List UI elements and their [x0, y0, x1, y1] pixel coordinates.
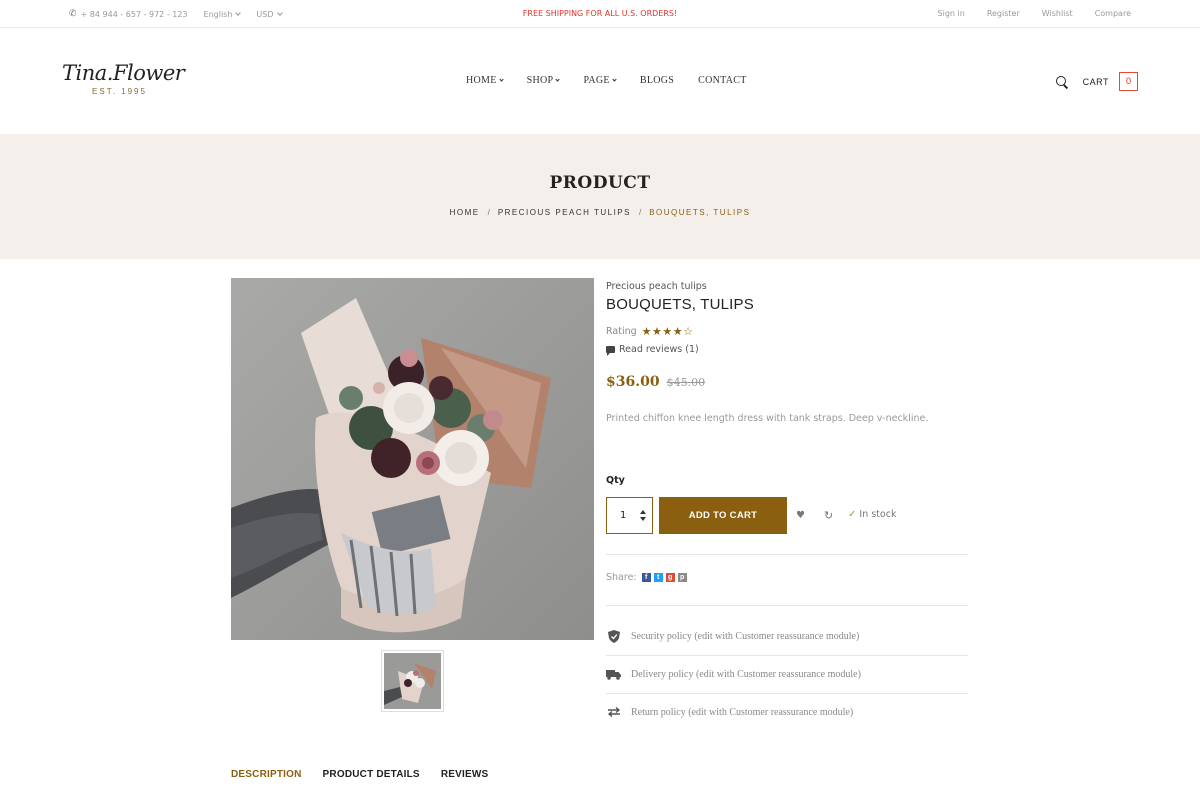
chevron-down-icon [555, 77, 561, 82]
breadcrumb: HOME / PRECIOUS PEACH TULIPS / BOUQUETS,… [0, 208, 1200, 217]
quantity-label: Qty [606, 475, 625, 486]
logo[interactable]: Tina.Flower EST. 1995 [62, 61, 185, 96]
account-links: Sign in Register Wishlist Compare [938, 9, 1131, 18]
google-plus-icon[interactable]: g [665, 573, 675, 582]
quantity-stepper[interactable]: 1 [606, 497, 653, 534]
tab-description[interactable]: DESCRIPTION [231, 769, 302, 780]
nav-label: CONTACT [698, 75, 747, 86]
increment-arrow-icon[interactable] [640, 510, 646, 514]
divider [606, 554, 968, 555]
check-icon: ✓ [848, 509, 857, 520]
site-header: Tina.Flower EST. 1995 HOME SHOP PAGE BLO… [0, 29, 1200, 134]
tab-product-details[interactable]: PRODUCT DETAILS [323, 769, 420, 780]
cart-button[interactable]: CART [1083, 77, 1109, 87]
decrement-arrow-icon[interactable] [640, 517, 646, 521]
divider [606, 605, 968, 606]
wishlist-link[interactable]: Wishlist [1042, 9, 1073, 18]
star-filled-icon: ★ [672, 325, 684, 338]
quantity-value[interactable]: 1 [620, 510, 626, 521]
return-policy: Return policy (edit with Customer reassu… [606, 693, 968, 731]
page-banner: PRODUCT HOME / PRECIOUS PEACH TULIPS / B… [0, 134, 1200, 259]
breadcrumb-current: BOUQUETS, TULIPS [649, 208, 751, 217]
header-actions: CART 0 [1055, 72, 1138, 91]
rating-label: Rating [606, 326, 637, 337]
share-row: Share: f t g p [606, 572, 687, 583]
quantity-steps [640, 510, 646, 521]
breadcrumb-home[interactable]: HOME [450, 208, 480, 217]
delivery-policy: Delivery policy (edit with Customer reas… [606, 655, 968, 693]
sign-in-link[interactable]: Sign in [938, 9, 965, 18]
nav-label: SHOP [526, 75, 554, 86]
bouquet-photo [231, 278, 594, 640]
register-link[interactable]: Register [987, 9, 1020, 18]
wishlist-heart-icon[interactable]: ♥ [796, 510, 805, 521]
product-thumbnail[interactable] [381, 650, 444, 712]
return-policy-text: Return policy (edit with Customer reassu… [631, 706, 854, 718]
breadcrumb-separator: / [638, 208, 642, 217]
swap-arrows-icon [606, 706, 621, 719]
security-policy: Security policy (edit with Customer reas… [606, 617, 968, 655]
page-title: PRODUCT [549, 173, 651, 193]
nav-item-contact[interactable]: CONTACT [698, 75, 747, 86]
logo-name: Tina.Flower [62, 61, 185, 85]
top-bar: ✆ + 84 944 - 657 - 972 - 123 English USD… [0, 0, 1200, 28]
product-main-image[interactable] [231, 278, 594, 640]
nav-label: BLOGS [639, 75, 675, 86]
compare-refresh-icon[interactable]: ↻ [824, 509, 833, 522]
truck-icon [606, 668, 621, 681]
nav-label: HOME [466, 75, 497, 86]
security-policy-text: Security policy (edit with Customer reas… [631, 630, 860, 642]
cart-count-badge[interactable]: 0 [1119, 72, 1138, 91]
star-filled-icon: ★ [652, 325, 663, 338]
logo-established: EST. 1995 [92, 87, 147, 96]
chevron-down-icon [612, 77, 617, 82]
star-filled-icon: ★ [641, 325, 653, 338]
thumbnail-photo [384, 653, 441, 709]
product-name: BOUQUETS, TULIPS [606, 296, 754, 313]
product-rating: Rating ★★★★☆ [606, 325, 694, 338]
add-to-cart-button[interactable]: ADD TO CART [659, 497, 787, 534]
rating-stars[interactable]: ★★★★☆ [642, 325, 694, 338]
read-reviews-label: Read reviews (1) [619, 344, 699, 355]
nav-item-shop[interactable]: SHOP [526, 75, 561, 86]
product-description: Printed chiffon knee length dress with t… [606, 413, 929, 424]
delivery-policy-text: Delivery policy (edit with Customer reas… [631, 668, 861, 680]
tab-reviews[interactable]: REVIEWS [441, 769, 489, 780]
twitter-icon[interactable]: t [653, 573, 663, 582]
share-label: Share: [606, 572, 637, 583]
product-tabs: DESCRIPTION PRODUCT DETAILS REVIEWS [231, 769, 488, 780]
stock-label: In stock [859, 509, 897, 520]
compare-link[interactable]: Compare [1095, 9, 1131, 18]
chevron-down-icon [499, 77, 504, 82]
shield-icon [606, 629, 621, 643]
current-price: $36.00 [606, 374, 660, 390]
nav-item-page[interactable]: PAGE [583, 75, 617, 86]
facebook-icon[interactable]: f [641, 573, 651, 582]
star-empty-icon: ☆ [683, 325, 694, 338]
main-nav: HOME SHOP PAGE BLOGS CONTACT [466, 75, 747, 86]
stock-status: ✓ In stock [848, 509, 896, 520]
breadcrumb-separator: / [487, 208, 490, 217]
nav-label: PAGE [583, 75, 610, 86]
product-prices: $36.00 $45.00 [606, 374, 705, 390]
pinterest-icon[interactable]: p [677, 573, 687, 582]
nav-item-blogs[interactable]: BLOGS [640, 75, 674, 86]
product-subtitle: Precious peach tulips [606, 281, 707, 292]
nav-item-home[interactable]: HOME [466, 75, 504, 86]
old-price: $45.00 [666, 376, 706, 389]
breadcrumb-category[interactable]: PRECIOUS PEACH TULIPS [498, 208, 631, 217]
search-icon[interactable] [1055, 75, 1069, 89]
comment-icon [606, 346, 615, 356]
read-reviews-link[interactable]: Read reviews (1) [606, 344, 699, 356]
star-filled-icon: ★ [662, 325, 673, 338]
